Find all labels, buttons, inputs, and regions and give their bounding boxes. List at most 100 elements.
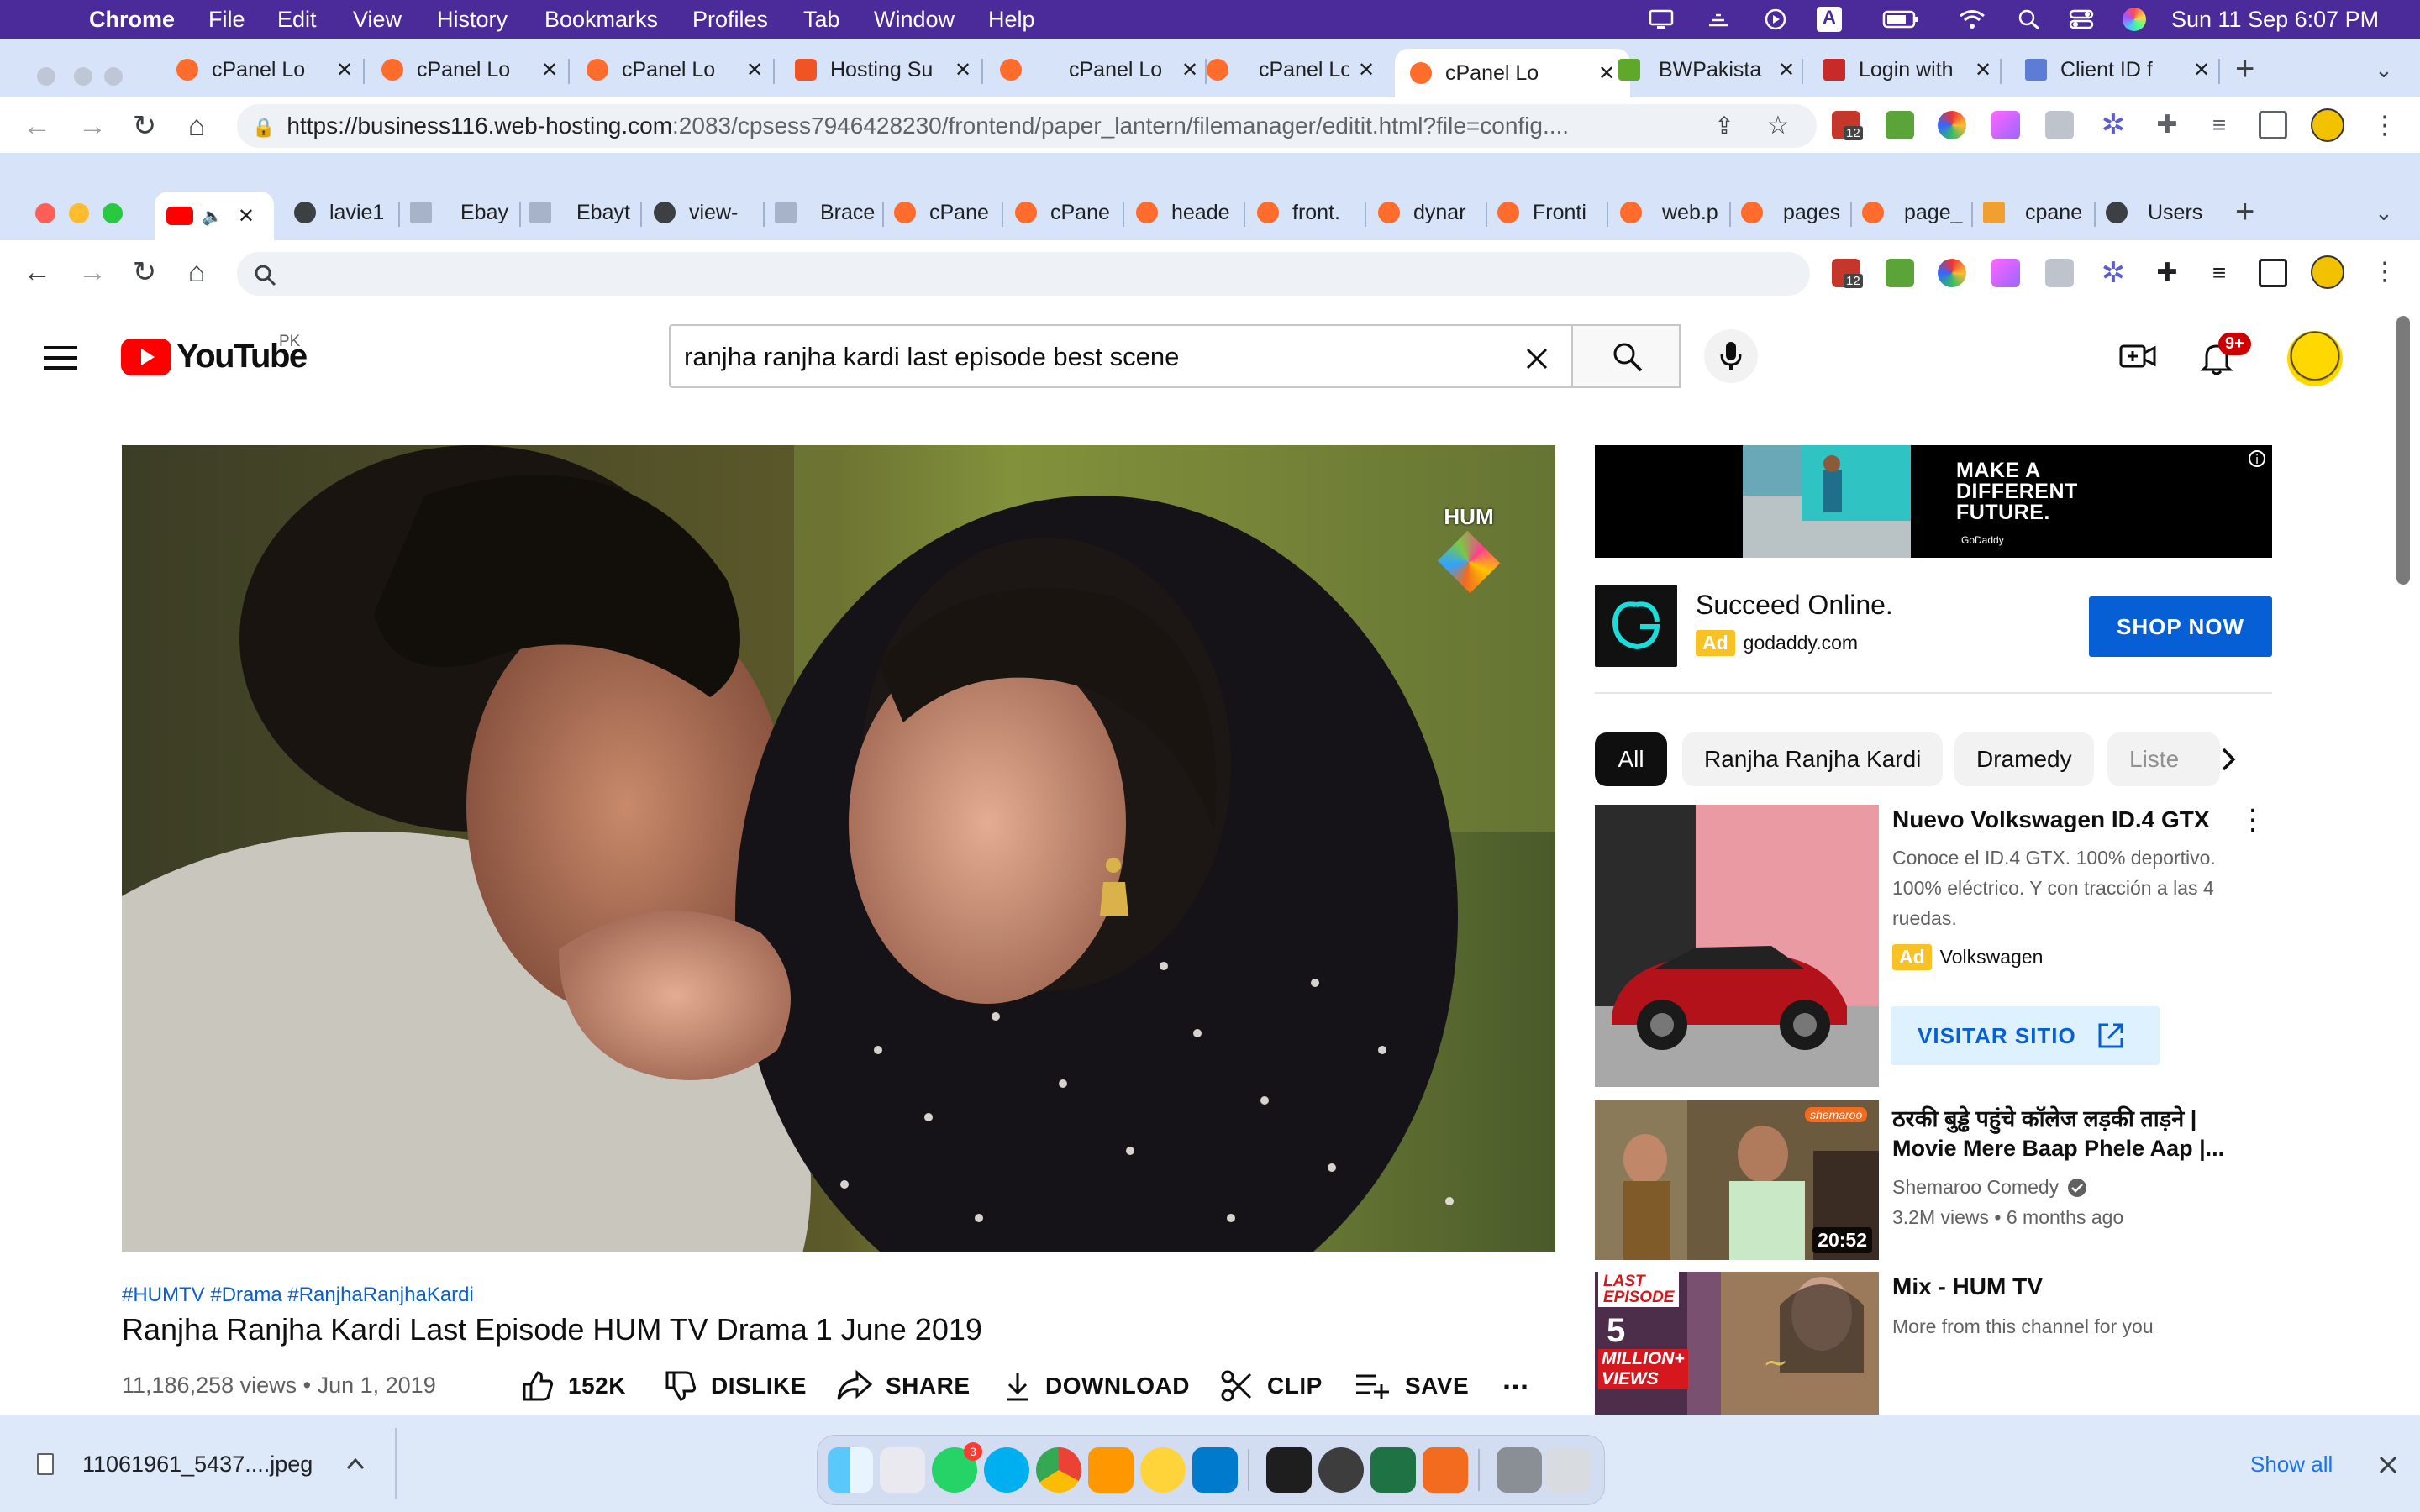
close-icon[interactable]: ✕: [746, 58, 763, 82]
siri-icon[interactable]: [2123, 8, 2146, 31]
like-button[interactable]: 152K: [521, 1368, 626, 1404]
display-icon[interactable]: [1649, 8, 1674, 30]
extension-snowflake-icon[interactable]: ✲: [2099, 111, 2128, 139]
finder-icon[interactable]: [828, 1447, 873, 1493]
downloads-stack-icon[interactable]: [1497, 1447, 1542, 1493]
profile-avatar[interactable]: [2311, 108, 2344, 142]
new-tab-button[interactable]: +: [2235, 193, 2254, 231]
menu-profiles[interactable]: Profiles: [692, 7, 768, 33]
promo-title[interactable]: Succeed Online.: [1696, 590, 1893, 621]
menu-window[interactable]: Window: [874, 7, 955, 33]
download-button[interactable]: DOWNLOAD: [1003, 1368, 1190, 1404]
reading-list-icon[interactable]: ≡: [2205, 259, 2233, 287]
home-icon[interactable]: ⌂: [180, 109, 213, 143]
excel-icon[interactable]: [1370, 1447, 1416, 1493]
tab-web[interactable]: web.p: [1620, 192, 1719, 234]
share-button[interactable]: SHARE: [837, 1368, 971, 1404]
extension-mail-icon[interactable]: 12: [1832, 259, 1863, 288]
extension-profile-icon[interactable]: [2045, 259, 2074, 287]
tab-cpane-pma[interactable]: cpane: [1983, 192, 2092, 234]
close-icon[interactable]: ✕: [1975, 58, 1991, 82]
window-zoom-button[interactable]: [104, 67, 123, 86]
chip-dramedy[interactable]: Dramedy: [1954, 732, 2094, 786]
chip-listen[interactable]: Liste: [2107, 732, 2220, 786]
play-status-icon[interactable]: [1763, 8, 1788, 30]
reload-icon[interactable]: ↻: [128, 109, 161, 143]
back-arrow-icon[interactable]: ←: [20, 109, 54, 143]
godaddy-banner-ad[interactable]: MAKE A DIFFERENT FUTURE. GoDaddy i: [1595, 445, 2272, 558]
tab-search-chevron-icon[interactable]: ⌄: [2375, 57, 2393, 83]
tab-cpanel-3[interactable]: cPanel Lo ✕: [587, 49, 763, 91]
close-icon[interactable]: ✕: [238, 204, 255, 228]
chevron-up-icon[interactable]: [345, 1455, 366, 1472]
tab-cpane-1[interactable]: cPane: [894, 192, 993, 234]
voice-search-button[interactable]: [1704, 329, 1758, 383]
extension-pen-icon[interactable]: [1991, 259, 2020, 287]
window-close-button[interactable]: [37, 67, 55, 86]
menu-help[interactable]: Help: [988, 7, 1035, 33]
godaddy-logo[interactable]: [1595, 585, 1677, 667]
control-center-icon[interactable]: [2069, 8, 2094, 30]
tab-ebay[interactable]: Ebay: [410, 192, 519, 234]
tab-cpanel-5[interactable]: cPanel Lo ✕: [1207, 49, 1375, 91]
tab-cpane-2[interactable]: cPane: [1015, 192, 1114, 234]
video-player[interactable]: HUM: [122, 445, 1555, 1252]
window-minimize-button[interactable]: [74, 67, 92, 86]
tab-dynar[interactable]: dynar: [1378, 192, 1477, 234]
chip-all[interactable]: All: [1595, 732, 1667, 786]
address-bar[interactable]: [237, 252, 1810, 296]
vw-ad-more-icon[interactable]: ⋮: [2238, 803, 2267, 837]
close-icon[interactable]: ✕: [1778, 58, 1795, 82]
close-icon[interactable]: ✕: [541, 58, 558, 82]
extensions-puzzle-icon[interactable]: ✚: [2153, 111, 2181, 139]
tab-lavie[interactable]: lavie1: [294, 192, 393, 234]
bookmark-star-icon[interactable]: ☆: [1761, 109, 1795, 143]
extension-evernote-icon[interactable]: [1886, 111, 1914, 139]
close-icon[interactable]: ✕: [336, 58, 353, 82]
chevron-right-icon[interactable]: [2218, 744, 2238, 774]
reading-list-icon[interactable]: ≡: [2205, 111, 2233, 139]
tab-front[interactable]: front.: [1257, 192, 1356, 234]
extension-pen-icon[interactable]: [1991, 111, 2020, 139]
tab-client-id[interactable]: Client ID f ✕: [2025, 49, 2210, 91]
tab-pages[interactable]: pages: [1741, 192, 1850, 234]
close-icon[interactable]: ✕: [955, 58, 971, 82]
extension-mail-icon[interactable]: 12: [1832, 111, 1863, 140]
show-all-downloads-link[interactable]: Show all: [2250, 1452, 2333, 1478]
tab-cpanel-1[interactable]: cPanel Lo ✕: [176, 49, 353, 91]
tab-cpanel-active[interactable]: cPanel Lo ✕: [1395, 49, 1630, 97]
tab-brace[interactable]: Brace: [775, 192, 879, 234]
extension-color-icon[interactable]: [1938, 111, 1966, 139]
menubar-clock[interactable]: Sun 11 Sep 6:07 PM: [2171, 7, 2379, 33]
window-close-button[interactable]: [35, 203, 55, 223]
tab-page[interactable]: page_: [1862, 192, 1970, 234]
search-button[interactable]: [1573, 324, 1681, 388]
extension-evernote-icon[interactable]: [1886, 259, 1914, 287]
pages-icon[interactable]: [1423, 1447, 1468, 1493]
whatsapp-icon[interactable]: 3: [932, 1442, 982, 1493]
window-minimize-button[interactable]: [69, 203, 89, 223]
extension-color-icon[interactable]: [1938, 259, 1966, 287]
menu-file[interactable]: File: [208, 7, 245, 33]
launchpad-icon[interactable]: [880, 1447, 925, 1493]
visitar-sitio-button[interactable]: VISITAR SITIO: [1891, 1006, 2160, 1065]
more-actions-button[interactable]: ...: [1502, 1361, 1529, 1398]
side-panel-icon[interactable]: [2259, 111, 2287, 139]
video-hashtags[interactable]: #HUMTV #Drama #RanjhaRanjhaKardi: [122, 1284, 474, 1307]
close-icon[interactable]: ✕: [1598, 61, 1615, 86]
tab-cpanel-4[interactable]: cPanel Lo ✕: [1000, 49, 1198, 91]
share-icon[interactable]: ⇪: [1707, 109, 1741, 143]
forward-arrow-icon[interactable]: →: [76, 109, 109, 143]
rec2-title[interactable]: Mix - HUM TV: [1892, 1273, 2043, 1300]
menu-kebab-icon[interactable]: ⋮: [2368, 255, 2402, 289]
forward-arrow-icon[interactable]: →: [76, 255, 109, 289]
spotlight-icon[interactable]: [2017, 8, 2042, 30]
close-icon[interactable]: ✕: [2193, 58, 2210, 82]
reload-icon[interactable]: ↻: [128, 255, 161, 289]
downloaded-file-name[interactable]: 11061961_5437....jpeg: [82, 1452, 313, 1478]
save-button[interactable]: SAVE: [1355, 1368, 1469, 1404]
elephant-app-icon[interactable]: [1318, 1447, 1364, 1493]
menu-tab[interactable]: Tab: [803, 7, 840, 33]
search-input[interactable]: [682, 341, 1442, 373]
rec1-title-line2[interactable]: Movie Mere Baap Phele Aap |...: [1892, 1136, 2224, 1162]
